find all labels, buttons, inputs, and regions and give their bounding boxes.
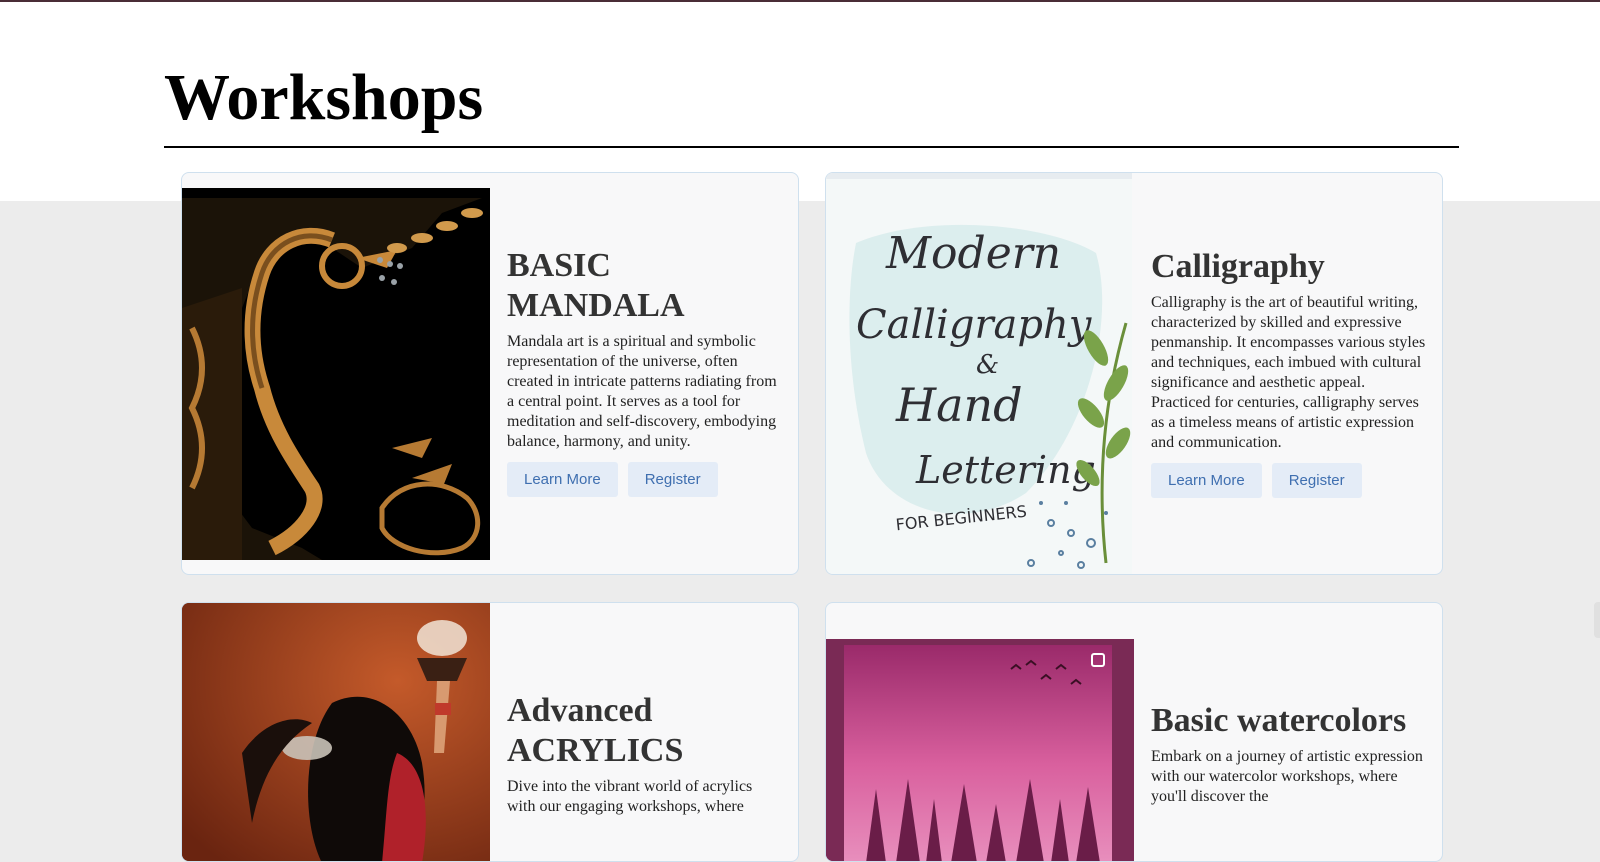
image-text-hand: Hand	[895, 378, 1023, 432]
register-button[interactable]: Register	[627, 462, 718, 497]
workshop-description: Embark on a journey of artistic expressi…	[1151, 748, 1423, 805]
mandala-card-body: BASIC MANDALA Mandala art is a spiritual…	[507, 246, 782, 497]
workshop-title: BASIC MANDALA	[507, 247, 685, 324]
carousel-edge-handle[interactable]	[1594, 602, 1600, 638]
workshop-card-calligraphy: Modern Calligraphy & Hand Lettering FOR …	[825, 172, 1443, 575]
acrylics-image	[182, 603, 490, 861]
button-row: Learn More Register	[507, 462, 782, 497]
workshop-title: Advanced ACRYLICS	[507, 692, 684, 769]
image-text-modern: Modern	[885, 228, 1061, 279]
watercolors-card-body: Basic watercolors Embark on a journey of…	[1151, 701, 1426, 807]
calligraphy-image: Modern Calligraphy & Hand Lettering FOR …	[826, 173, 1132, 574]
image-text-ampersand: &	[976, 350, 999, 380]
workshop-card-acrylics: Advanced ACRYLICS Dive into the vibrant …	[181, 602, 799, 862]
watercolors-image	[826, 639, 1134, 861]
button-row: Learn More Register	[1151, 463, 1426, 498]
image-text-lettering: Lettering	[915, 448, 1096, 492]
workshop-description: Calligraphy is the art of beautiful writ…	[1151, 294, 1426, 451]
workshop-title: Calligraphy	[1151, 248, 1325, 285]
register-button[interactable]: Register	[1271, 463, 1362, 498]
page-title: Workshops	[164, 61, 484, 134]
learn-more-button[interactable]: Learn More	[1151, 463, 1262, 498]
image-text-calligraphy: Calligraphy	[856, 302, 1093, 348]
workshop-description: Dive into the vibrant world of acrylics …	[507, 778, 753, 815]
workshop-description: Mandala art is a spiritual and symbolic …	[507, 333, 777, 450]
workshop-card-mandala: BASIC MANDALA Mandala art is a spiritual…	[181, 172, 799, 575]
calligraphy-card-body: Calligraphy Calligraphy is the art of be…	[1151, 247, 1426, 498]
workshop-card-watercolors: Basic watercolors Embark on a journey of…	[825, 602, 1443, 862]
workshop-title: Basic watercolors	[1151, 702, 1407, 739]
mandala-image	[182, 188, 490, 560]
title-divider	[164, 146, 1459, 148]
learn-more-button[interactable]: Learn More	[507, 462, 618, 497]
acrylics-card-body: Advanced ACRYLICS Dive into the vibrant …	[507, 691, 782, 817]
